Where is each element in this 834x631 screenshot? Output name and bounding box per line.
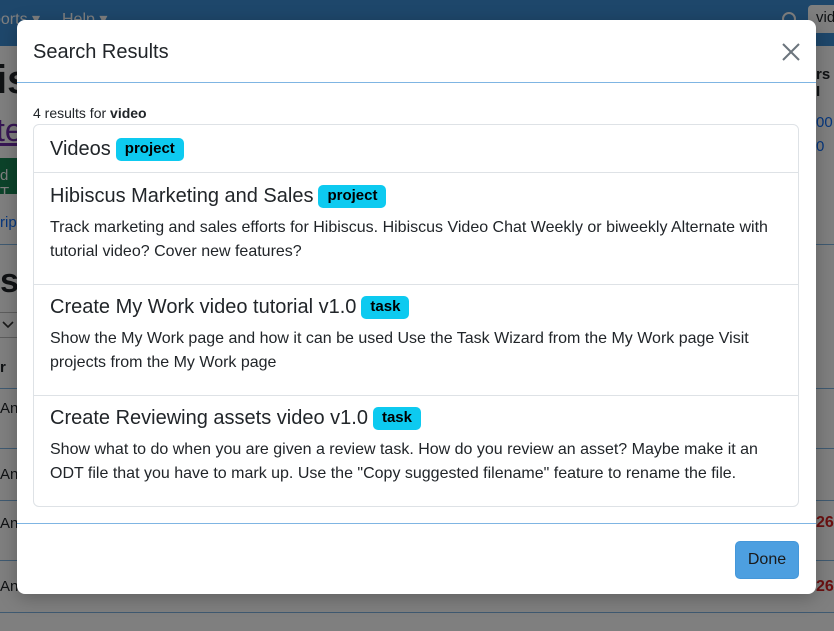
done-button[interactable]: Done xyxy=(735,541,799,579)
result-title-row: Create My Work video tutorial v1.0 task xyxy=(50,293,784,321)
modal-body: 4 results for video Videos project Hibis… xyxy=(17,84,816,523)
result-type-badge: task xyxy=(361,295,410,319)
result-item[interactable]: Videos project xyxy=(34,125,798,173)
result-title-link[interactable]: Hibiscus Marketing and Sales xyxy=(50,184,313,208)
close-icon xyxy=(782,43,800,61)
results-list: Videos project Hibiscus Marketing and Sa… xyxy=(33,124,799,507)
modal-footer: Done xyxy=(17,523,816,594)
result-type-badge: project xyxy=(318,184,387,208)
close-button[interactable] xyxy=(777,38,805,66)
result-type-badge: task xyxy=(372,406,421,430)
search-results-modal: Search Results 4 results for video Video… xyxy=(17,20,816,594)
result-title-link[interactable]: Videos xyxy=(50,137,111,161)
result-item[interactable]: Hibiscus Marketing and Sales project Tra… xyxy=(34,173,798,285)
result-item[interactable]: Create My Work video tutorial v1.0 task … xyxy=(34,285,798,396)
modal-header: Search Results xyxy=(17,20,816,83)
result-item[interactable]: Create Reviewing assets video v1.0 task … xyxy=(34,396,798,506)
result-description: Show the My Work page and how it can be … xyxy=(50,330,749,371)
result-count: 4 results for video xyxy=(33,104,147,122)
result-description: Show what to do when you are given a rev… xyxy=(50,441,758,482)
modal-title: Search Results xyxy=(33,41,169,63)
search-query: video xyxy=(110,105,147,121)
result-description: Track marketing and sales efforts for Hi… xyxy=(50,219,768,260)
result-type-badge: project xyxy=(115,137,184,161)
result-title-row: Create Reviewing assets video v1.0 task xyxy=(50,404,784,432)
result-count-prefix: 4 results for xyxy=(33,105,107,121)
result-title-row: Hibiscus Marketing and Sales project xyxy=(50,182,784,210)
result-title-link[interactable]: Create My Work video tutorial v1.0 xyxy=(50,295,356,319)
result-title-row: Videos project xyxy=(50,135,784,163)
result-title-link[interactable]: Create Reviewing assets video v1.0 xyxy=(50,406,368,430)
